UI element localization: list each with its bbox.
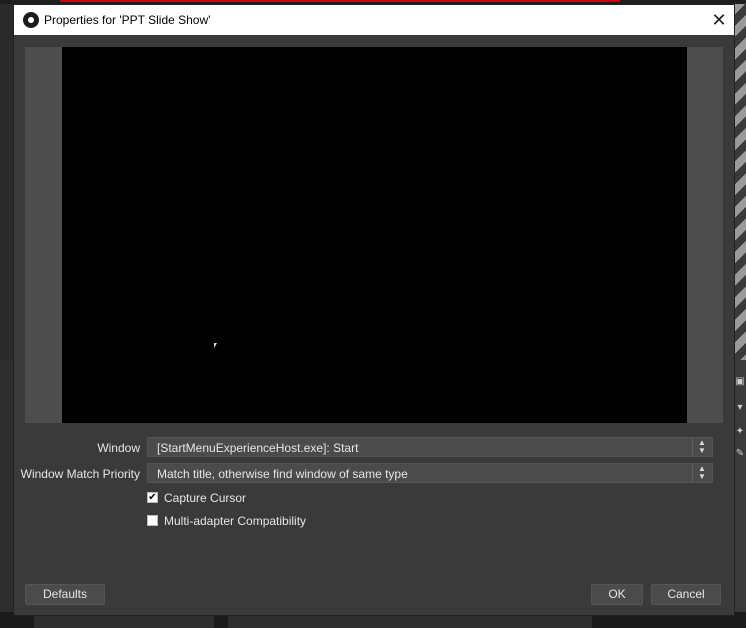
cancel-button[interactable]: Cancel [651, 584, 721, 605]
background-right-panel [734, 360, 746, 628]
background-preview-stripes [734, 4, 746, 360]
multi-adapter-checkbox[interactable] [147, 515, 158, 526]
preview-canvas [62, 47, 687, 423]
pin-icon[interactable]: ✦ [734, 426, 746, 438]
defaults-button[interactable]: Defaults [25, 584, 105, 605]
capture-cursor-checkbox[interactable]: ✔ [147, 492, 158, 503]
background-left-panel [0, 360, 14, 612]
multi-adapter-label[interactable]: Multi-adapter Compatibility [164, 514, 306, 528]
background-selection-line [60, 0, 620, 2]
window-select-value: [StartMenuExperienceHost.exe]: Start [157, 441, 359, 455]
chevron-down-icon: ▼ [698, 446, 706, 455]
obs-logo-icon [23, 12, 39, 28]
window-label: Window [97, 441, 140, 455]
capture-cursor-label[interactable]: Capture Cursor [164, 491, 246, 505]
close-icon[interactable]: ✕ [708, 9, 730, 31]
dialog-titlebar: Properties for 'PPT Slide Show' ✕ [14, 5, 734, 35]
properties-dialog: Properties for 'PPT Slide Show' ✕ Window… [14, 5, 734, 615]
edit-icon[interactable]: ✎ [734, 448, 746, 460]
chevron-down-icon: ▼ [698, 472, 706, 481]
window-select-arrows[interactable]: ▲ ▼ [692, 438, 712, 456]
background-dock-slot [34, 616, 214, 628]
ok-button[interactable]: OK [591, 584, 643, 605]
scroll-icon[interactable]: ▾ [734, 402, 746, 414]
dock-float-icon[interactable]: ▣ [734, 376, 746, 388]
background-dock-slot [228, 616, 592, 628]
window-select[interactable]: [StartMenuExperienceHost.exe]: Start ▲ ▼ [147, 437, 713, 457]
dialog-title: Properties for 'PPT Slide Show' [44, 13, 211, 27]
source-preview [25, 47, 723, 423]
mouse-cursor-icon [214, 343, 217, 348]
match-priority-label: Window Match Priority [20, 467, 140, 481]
match-priority-arrows[interactable]: ▲ ▼ [692, 464, 712, 482]
match-priority-select[interactable]: Match title, otherwise find window of sa… [147, 463, 713, 483]
match-priority-value: Match title, otherwise find window of sa… [157, 467, 408, 481]
